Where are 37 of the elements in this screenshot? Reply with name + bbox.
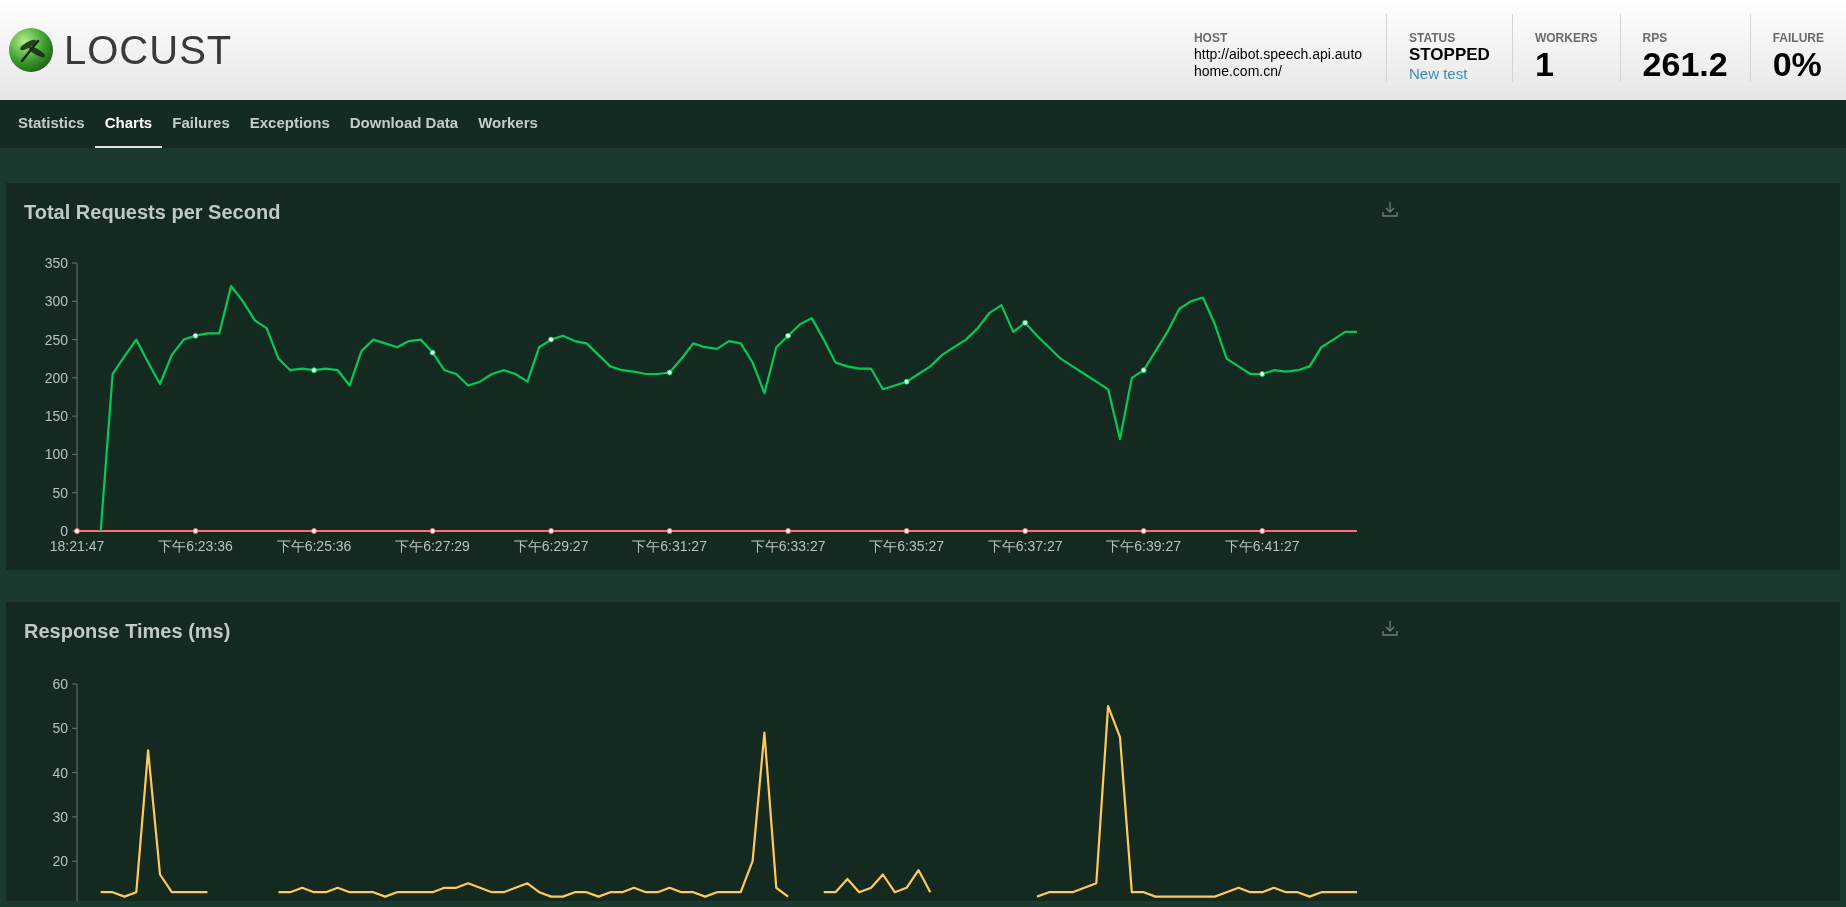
y-tick-label: 300: [44, 293, 68, 310]
chart-title: Total Requests per Second: [24, 200, 281, 225]
stat-label: FAILURE: [1772, 31, 1824, 45]
x-tick-label: 下午6:41:27: [1224, 538, 1300, 554]
stat-label: STATUS: [1408, 31, 1457, 45]
x-tick-label: 下午6:31:27: [632, 538, 707, 554]
y-tick-label: 350: [44, 255, 68, 271]
x-tick-label: 下午6:35:27: [869, 538, 944, 554]
logo-text: LOCUST: [64, 27, 233, 74]
host-value: http://aibot.speech.api.autohome.com.cn/: [1193, 46, 1364, 80]
x-tick-label: 下午6:39:27: [1106, 538, 1182, 554]
y-tick-label: 200: [44, 369, 68, 386]
y-tick-label: 40: [52, 764, 68, 781]
stat-value: 0%: [1772, 45, 1823, 83]
stat-label: WORKERS: [1534, 31, 1598, 45]
y-tick-label: 250: [44, 331, 68, 348]
y-tick-label: 150: [44, 408, 68, 425]
x-tick-label: 下午6:33:27: [750, 538, 826, 554]
x-tick-label: 下午6:37:27: [987, 538, 1063, 554]
x-tick-label: 下午6:29:27: [513, 538, 589, 554]
y-tick-label: 0: [60, 523, 68, 539]
stat-label: HOST: [1193, 31, 1229, 45]
stat-value: 261.2: [1642, 45, 1728, 83]
status-value: STOPPED: [1408, 45, 1490, 65]
x-tick-label: 下午6:27:29: [395, 538, 470, 554]
stat-value: 1: [1534, 45, 1555, 83]
y-tick-label: 50: [52, 720, 68, 737]
x-tick-label: 下午6:23:36: [158, 538, 233, 554]
y-tick-label: 30: [52, 808, 68, 825]
chart-title: Response Times (ms): [24, 619, 231, 644]
y-tick-label: 100: [44, 446, 68, 463]
stat-label: RPS: [1642, 31, 1669, 45]
y-tick-label: 20: [52, 853, 68, 870]
y-tick-label: 50: [52, 484, 68, 501]
x-tick-label: 18:21:47: [49, 538, 105, 554]
y-tick-label: 60: [52, 676, 68, 692]
x-tick-label: 下午6:25:36: [276, 538, 352, 554]
